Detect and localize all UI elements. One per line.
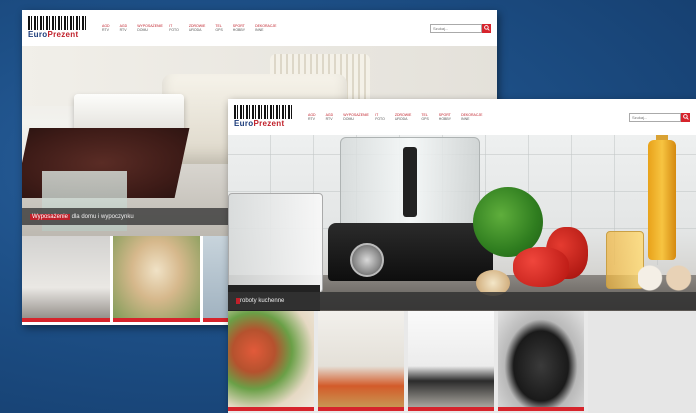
nav-item-agd[interactable]: AGD RTV [102,24,110,32]
thumbnail-row [228,311,696,413]
thumbnail-multicooker[interactable] [498,311,584,411]
barcode-icon [28,16,88,30]
search-input[interactable] [430,23,482,33]
nav-item-rtv[interactable]: AGD RTV [120,24,128,32]
thumbnail-blenders[interactable] [408,311,494,411]
site-header: EuroPrezent AGD RTV AGD RTV WYPOSAŻENIE DOM… [22,10,497,46]
thumbnail-food[interactable] [228,311,314,411]
search-icon [682,114,689,120]
thumbnail-family[interactable] [113,236,200,322]
food-processor-knob [350,243,384,277]
nav-item-rtv[interactable]: AGD RTV [326,113,334,121]
search-input[interactable] [629,112,681,122]
thumbnail-bar [408,407,494,411]
thumbnail-blender[interactable] [318,311,404,411]
main-nav: AGD RTV AGD RTV WYPOSAŻENIE DOMU IT FOTO ZDR… [308,113,629,121]
thumbnail-fridge[interactable] [203,236,229,322]
nav-item-home[interactable]: WYPOSAŻENIE DOMU [343,113,369,121]
main-nav: AGD RTV AGD RTV WYPOSAŻENIE DOMU IT FOTO ZDR… [102,24,430,32]
food-processor-blade [403,147,417,217]
thumbnail-bar [203,318,229,322]
nav-item-health[interactable]: ZDROWIE URODA [189,24,206,32]
category-band: roboty kuchenne [228,292,696,310]
site-logo[interactable]: EuroPrezent [234,105,294,129]
search-box [430,23,491,33]
nav-item-sport[interactable]: SPORT HOBBY [233,24,245,32]
oil-bottle [648,140,676,260]
search-box [629,112,690,122]
nav-item-it[interactable]: IT FOTO [169,24,179,32]
thumbnail-bar [228,407,314,411]
nav-item-decor[interactable]: DEKORACJE INNE [461,113,482,121]
logo-text: EuroPrezent [234,119,285,128]
search-button[interactable] [482,23,491,33]
category-band-label[interactable]: roboty kuchenne [236,298,284,304]
nav-item-it[interactable]: IT FOTO [375,113,385,121]
eggs [638,265,696,291]
nav-item-agd[interactable]: AGD RTV [308,113,316,121]
nav-item-health[interactable]: ZDROWIE URODA [395,113,412,121]
thumbnail-office[interactable] [22,236,110,322]
hero-banner-kitchen [228,127,696,311]
category-band-label[interactable]: Wyposażenie dla domu i wypoczynku [30,213,134,220]
thumbnail-bar [318,407,404,411]
thumbnail-bar [498,407,584,411]
search-icon [483,25,490,31]
nav-item-home[interactable]: WYPOSAŻENIE DOMU [137,24,163,32]
site-header: EuroPrezent AGD RTV AGD RTV WYPOSAŻENIE DOM… [228,99,696,135]
search-button[interactable] [681,112,690,122]
red-pepper [513,247,569,287]
thumbnail-bar [113,318,200,322]
nav-item-tel[interactable]: TEL GPS [421,113,428,121]
site-logo[interactable]: EuroPrezent [28,16,88,40]
barcode-icon [234,105,294,119]
nav-item-sport[interactable]: SPORT HOBBY [439,113,451,121]
nav-item-decor[interactable]: DEKORACJE INNE [255,24,276,32]
mixer-jar [228,193,323,293]
nav-item-tel[interactable]: TEL GPS [215,24,222,32]
thumbnail-bar [22,318,110,322]
logo-text: EuroPrezent [28,30,79,39]
website-screenshot-kitchen: EuroPrezent AGD RTV AGD RTV WYPOSAŻENIE DOM… [228,99,696,413]
thumbnail-placeholder [588,311,696,413]
